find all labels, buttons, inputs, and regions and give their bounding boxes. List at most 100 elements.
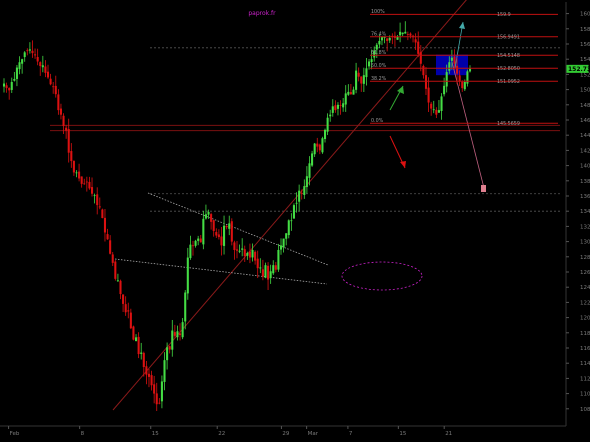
- candle-body: [171, 330, 174, 350]
- candle-body: [279, 245, 283, 250]
- candle-body: [329, 114, 332, 117]
- candle-body: [362, 75, 365, 84]
- candle-body: [127, 310, 130, 312]
- candle-body: [336, 104, 340, 109]
- candle-body: [277, 249, 280, 270]
- price-axis: 108 110 112 114 116 118 120 122 124 126 128 130 132 1…: [565, 2, 590, 426]
- candle-body: [344, 93, 347, 105]
- candle-body: [85, 181, 88, 183]
- candle-body: [96, 194, 99, 206]
- candle-body: [129, 312, 132, 329]
- candle-body: [155, 393, 158, 405]
- candle-body: [290, 220, 293, 222]
- candle-body: [380, 37, 384, 41]
- candle-body: [145, 366, 148, 375]
- candle-body: [375, 44, 378, 50]
- candle-body: [2, 83, 6, 87]
- time-tick-label: Feb: [10, 431, 20, 437]
- candle-body: [134, 337, 138, 342]
- fib-level-value: 156.9491: [497, 34, 520, 40]
- candle-body: [300, 192, 303, 194]
- up-arrow-head: [397, 86, 404, 94]
- candle-body: [261, 269, 264, 277]
- price-tick-label: 128: [580, 255, 590, 261]
- price-tick-label: 136: [580, 194, 590, 200]
- candle-body: [430, 103, 433, 109]
- candle-body: [269, 271, 272, 279]
- price-tick-label: 132: [580, 224, 590, 230]
- fib-level-label: 100%: [371, 9, 385, 15]
- candle-body: [83, 183, 86, 185]
- time-tick-label: 8: [81, 431, 85, 437]
- candle-body: [124, 304, 127, 313]
- candle-body: [41, 65, 44, 68]
- candle-body: [235, 249, 239, 251]
- candle-body: [202, 218, 205, 245]
- candle-body: [78, 171, 81, 179]
- candle-body: [212, 220, 215, 231]
- price-tick-label: 140: [580, 164, 590, 170]
- candle-body: [463, 82, 466, 90]
- candle-body: [331, 106, 334, 113]
- candle-body: [18, 62, 21, 70]
- candle-body: [179, 333, 182, 336]
- candle-body: [339, 105, 342, 106]
- candle-body: [238, 250, 241, 252]
- candle-body: [173, 332, 176, 336]
- candle-body: [93, 195, 96, 197]
- candle-body: [10, 82, 13, 90]
- candle-body: [132, 326, 135, 340]
- price-tick-label: 144: [580, 133, 590, 139]
- candle-body: [267, 265, 270, 280]
- candle-body: [453, 56, 456, 64]
- candle-body: [210, 214, 213, 222]
- candle-body: [323, 129, 327, 140]
- time-tick-label: 15: [152, 431, 159, 437]
- candle-body: [220, 236, 223, 246]
- candle-body: [370, 59, 373, 62]
- price-tick-label: 110: [580, 392, 590, 398]
- time-tick-label: 15: [399, 431, 406, 437]
- candle-body: [44, 66, 47, 73]
- candle-body: [233, 242, 236, 250]
- candle-body: [122, 294, 125, 304]
- candle-body: [445, 72, 448, 87]
- candle-body: [217, 234, 220, 238]
- price-tick-label: 142: [580, 148, 590, 154]
- candle-body: [13, 78, 16, 81]
- candle-body: [401, 32, 404, 35]
- candle-body: [88, 181, 91, 189]
- candle-body: [440, 96, 443, 111]
- price-tick-label: 146: [580, 118, 590, 124]
- candle-body: [52, 86, 55, 88]
- candle-body: [34, 54, 37, 56]
- candle-body: [251, 249, 254, 258]
- fib-level-label: 76.4%: [371, 31, 387, 37]
- candle-body: [137, 336, 140, 355]
- candle-body: [443, 85, 446, 95]
- candle-body: [207, 211, 210, 215]
- candle-body: [28, 49, 31, 51]
- candle-body: [352, 89, 355, 95]
- candle-body: [298, 190, 301, 202]
- candle-body: [326, 117, 329, 132]
- candle-body: [62, 115, 65, 127]
- candle-body: [254, 251, 257, 261]
- candle-body: [342, 103, 345, 108]
- price-tick-label: 130: [580, 240, 590, 246]
- candle-body: [184, 292, 187, 322]
- stock-chart: 100% 159.9 76.4% 156.9491 61.8% 154.5148 50.0%…: [0, 0, 590, 438]
- candle-body: [114, 261, 117, 279]
- candle-body: [204, 214, 207, 219]
- price-tick-label: 138: [580, 179, 590, 185]
- candle-body: [160, 381, 163, 402]
- candle-body: [419, 52, 422, 64]
- fib-level-label: 50.0%: [371, 63, 387, 69]
- candle-body: [39, 62, 42, 67]
- candle-body: [70, 151, 73, 162]
- candle-body: [365, 68, 368, 78]
- candle-body: [303, 186, 306, 195]
- candle-body: [197, 238, 200, 241]
- candle-body: [456, 65, 459, 74]
- fib-level-value: 154.5148: [497, 53, 520, 59]
